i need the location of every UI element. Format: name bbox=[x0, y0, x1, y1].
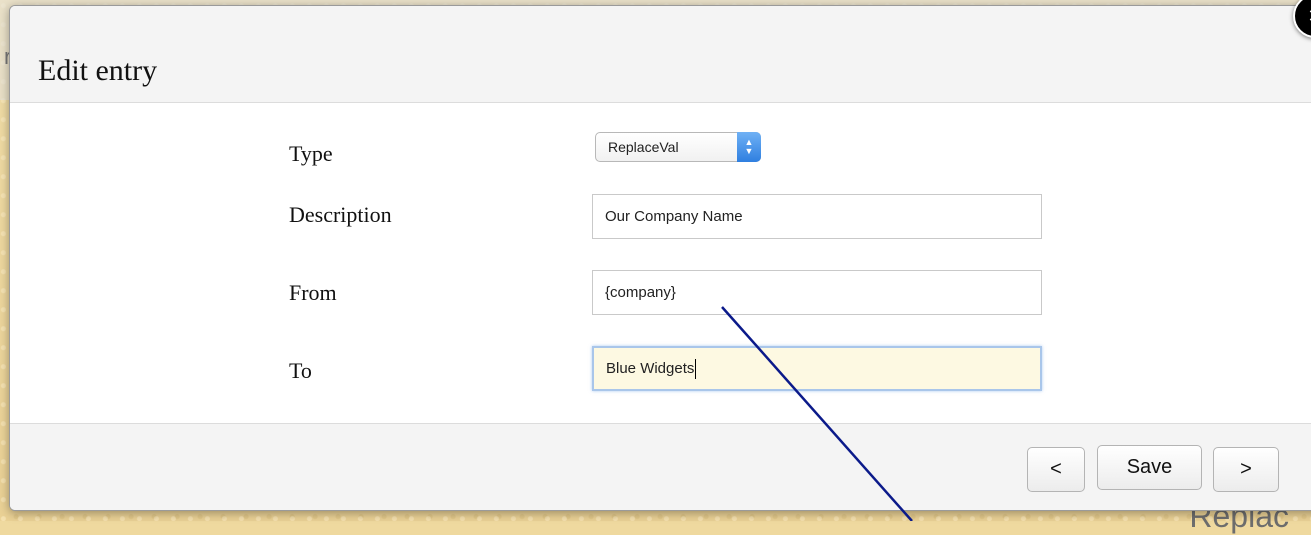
from-value: {company} bbox=[605, 284, 676, 301]
type-select-value: ReplaceVal bbox=[608, 139, 679, 155]
text-caret bbox=[695, 358, 697, 379]
dialog-header: Edit entry bbox=[10, 6, 1311, 103]
type-select[interactable]: ReplaceVal ▲ ▼ bbox=[595, 132, 761, 162]
dialog-title: Edit entry bbox=[38, 54, 158, 87]
description-value: Our Company Name bbox=[605, 208, 743, 225]
save-button[interactable]: Save bbox=[1097, 445, 1202, 490]
from-label: From bbox=[289, 280, 337, 305]
edit-entry-dialog: Edit entry Type ReplaceVal ▲ ▼ Descriptio… bbox=[9, 5, 1311, 511]
from-input[interactable]: {company} bbox=[592, 270, 1042, 315]
previous-button[interactable]: < bbox=[1027, 447, 1085, 492]
to-label: To bbox=[289, 358, 312, 383]
to-input[interactable]: Blue Widgets bbox=[592, 346, 1042, 391]
description-input[interactable]: Our Company Name bbox=[592, 194, 1042, 239]
next-button[interactable]: > bbox=[1213, 447, 1279, 492]
chevron-up-down-icon: ▲ ▼ bbox=[737, 132, 761, 162]
type-label: Type bbox=[289, 141, 333, 166]
to-value: Blue Widgets bbox=[606, 360, 695, 377]
description-label: Description bbox=[289, 202, 392, 227]
dialog-footer: < Save > bbox=[10, 423, 1311, 510]
